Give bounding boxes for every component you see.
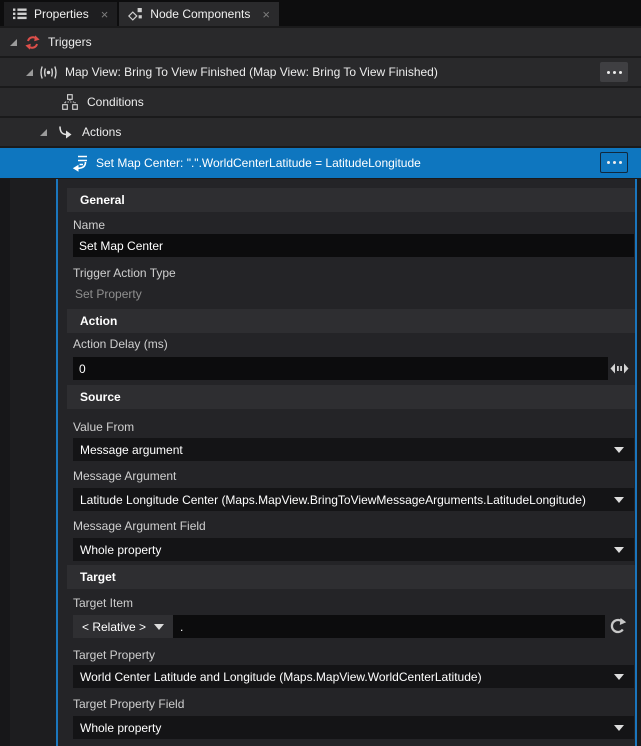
- message-argument-field-dropdown[interactable]: Whole property: [73, 538, 634, 561]
- message-argument-field-value: Whole property: [80, 543, 161, 557]
- chevron-down-icon: [614, 547, 624, 553]
- section-header-general: General: [67, 188, 635, 212]
- target-property-dropdown[interactable]: World Center Latitude and Longitude (Map…: [73, 665, 634, 688]
- message-argument-label: Message Argument: [73, 469, 176, 483]
- action-delay-label: Action Delay (ms): [73, 337, 168, 351]
- selection-guide-right: [635, 179, 637, 746]
- actions-arrow-icon: [57, 126, 72, 139]
- message-trigger-icon: [39, 65, 58, 80]
- conditions-branch-icon: [62, 94, 78, 110]
- close-icon[interactable]: ×: [101, 8, 109, 21]
- tab-bar: Properties × Node Components ×: [0, 0, 641, 26]
- tree-label-actions: Actions: [82, 125, 121, 139]
- tree-row-trigger-item[interactable]: Map View: Bring To View Finished (Map Vi…: [0, 58, 641, 86]
- section-header-target: Target: [67, 565, 635, 589]
- tree-row-selected-action[interactable]: Set Map Center: ".".WorldCenterLatitude …: [0, 148, 641, 178]
- message-argument-field-label: Message Argument Field: [73, 519, 206, 533]
- tree-row-triggers[interactable]: Triggers: [0, 28, 641, 56]
- target-item-mode-value: < Relative >: [82, 620, 146, 634]
- editor-panel: General Name Trigger Action Type Set Pro…: [58, 179, 635, 746]
- more-options-button-selected[interactable]: [600, 152, 628, 173]
- tree-label-selected-action: Set Map Center: ".".WorldCenterLatitude …: [96, 156, 421, 170]
- action-property-editor: General Name Trigger Action Type Set Pro…: [0, 179, 641, 746]
- tree-label-trigger-item: Map View: Bring To View Finished (Map Vi…: [65, 65, 438, 79]
- tree-row-conditions[interactable]: Conditions: [0, 88, 641, 116]
- chevron-down-icon: [614, 497, 624, 503]
- value-from-label: Value From: [73, 420, 134, 434]
- tree-label-triggers: Triggers: [48, 35, 92, 49]
- chevron-down-icon: [614, 674, 624, 680]
- ellipsis-icon: [607, 161, 610, 164]
- reset-target-icon[interactable]: [609, 617, 627, 635]
- target-item-label: Target Item: [73, 596, 133, 610]
- tab-node-components-label: Node Components: [150, 7, 250, 21]
- chevron-down-icon: [154, 624, 164, 630]
- target-property-field-label: Target Property Field: [73, 697, 184, 711]
- section-header-source: Source: [67, 385, 635, 409]
- more-options-button[interactable]: [600, 62, 628, 82]
- tree-label-conditions: Conditions: [87, 95, 144, 109]
- expander-icon[interactable]: [26, 69, 33, 76]
- target-property-field-dropdown[interactable]: Whole property: [73, 716, 634, 739]
- message-argument-value: Latitude Longitude Center (Maps.MapView.…: [80, 493, 586, 507]
- value-from-value: Message argument: [80, 443, 183, 457]
- tab-properties-label: Properties: [34, 7, 89, 21]
- chevron-down-icon: [614, 725, 624, 731]
- properties-list-icon: [13, 8, 27, 20]
- message-argument-dropdown[interactable]: Latitude Longitude Center (Maps.MapView.…: [73, 488, 634, 511]
- name-label: Name: [73, 218, 105, 232]
- tree-indent-gutter: [0, 179, 56, 746]
- expander-icon[interactable]: [40, 129, 47, 136]
- tree-row-actions[interactable]: Actions: [0, 118, 641, 146]
- close-icon[interactable]: ×: [262, 8, 270, 21]
- value-from-dropdown[interactable]: Message argument: [73, 438, 634, 461]
- name-input[interactable]: [73, 234, 634, 257]
- tab-node-components[interactable]: Node Components ×: [119, 2, 279, 26]
- target-item-control: < Relative > .: [73, 615, 605, 638]
- horizontal-drag-icon[interactable]: [610, 363, 629, 374]
- target-property-field-value: Whole property: [80, 721, 161, 735]
- action-delay-input[interactable]: [73, 357, 608, 380]
- target-item-path-value: .: [180, 620, 183, 634]
- triggers-cycle-icon: [25, 35, 40, 50]
- target-property-value: World Center Latitude and Longitude (Map…: [80, 670, 482, 684]
- target-item-path-field[interactable]: .: [173, 615, 605, 638]
- tab-properties[interactable]: Properties ×: [4, 2, 117, 26]
- ellipsis-icon: [607, 71, 610, 74]
- expander-icon[interactable]: [10, 39, 17, 46]
- trigger-action-type-value: Set Property: [75, 287, 142, 301]
- chevron-down-icon: [614, 447, 624, 453]
- target-item-mode-dropdown[interactable]: < Relative >: [73, 615, 173, 638]
- target-property-label: Target Property: [73, 648, 155, 662]
- set-property-action-icon: [70, 154, 89, 172]
- trigger-action-type-label: Trigger Action Type: [73, 266, 176, 280]
- node-components-icon: [128, 7, 143, 22]
- section-header-action: Action: [67, 309, 635, 333]
